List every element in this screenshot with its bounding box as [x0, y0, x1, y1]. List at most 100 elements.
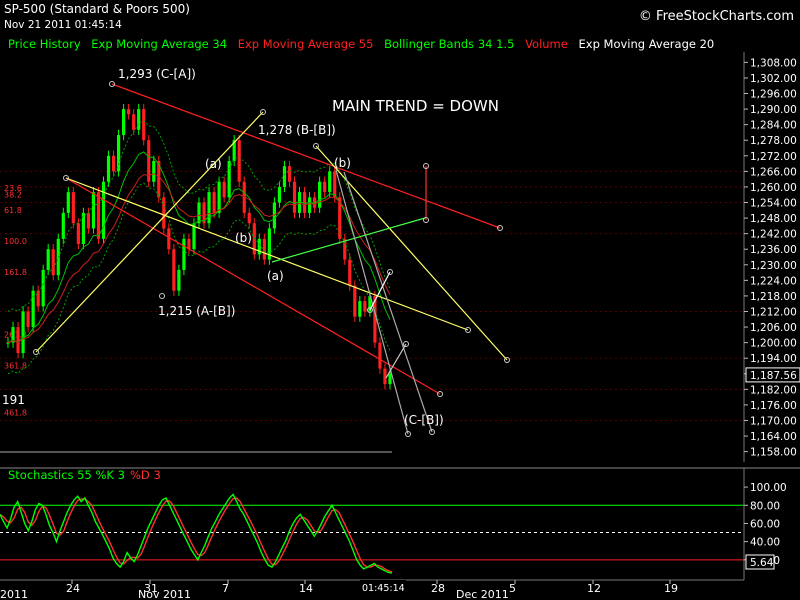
chart-window: 23.6 38.2 61.8 100.0 161.8 261.8 361.8 461.8 MAI… — [0, 0, 800, 600]
y-tick-label: 1,200.00 — [750, 338, 797, 350]
candle-body — [277, 186, 282, 203]
candle-body — [292, 181, 297, 213]
y-tick-label: 1,230.00 — [750, 260, 797, 272]
stoch-y-tick-label: 80.00 — [750, 500, 780, 512]
legend-item-ema34[interactable]: Exp Moving Average 34 — [91, 37, 227, 51]
wave-label: (a) — [267, 269, 284, 283]
candle-body — [363, 301, 367, 312]
stoch-k-line — [0, 493, 393, 574]
stoch-y-tick-label: 60.00 — [750, 518, 780, 530]
wave-label: 1,215 (A-[B]) — [158, 304, 235, 318]
y-tick-label: 1,158.00 — [750, 447, 797, 459]
candle-body — [132, 114, 136, 130]
x-month-label: 2011 — [0, 588, 28, 600]
fib-label: 361.8 — [4, 362, 27, 371]
candle-body — [106, 155, 111, 182]
x-tick-label: 28 — [431, 582, 445, 595]
candle-body — [182, 238, 186, 270]
candle-body — [91, 192, 96, 229]
candle-body — [21, 311, 25, 354]
y-tick-label: 1,266.00 — [750, 166, 797, 178]
brand-label: FreeStockCharts.com — [656, 9, 794, 24]
legend-item-ema55[interactable]: Exp Moving Average 55 — [238, 37, 374, 51]
candle-body — [328, 171, 332, 193]
candle-body — [177, 269, 181, 291]
stoch-y-tick-label: 40.00 — [750, 537, 780, 549]
wave-label: (C-[B]) — [404, 413, 444, 427]
wave-label: (b) — [334, 156, 351, 170]
candle-body — [358, 301, 362, 317]
candle-body — [247, 212, 251, 224]
y-tick-label: 1,284.00 — [750, 120, 797, 132]
candle-body — [41, 269, 45, 307]
y-tick-label: 1,164.00 — [750, 431, 797, 443]
x-month-label: Nov 2011 — [138, 588, 191, 600]
trend-line — [343, 171, 433, 433]
candle-body — [6, 342, 10, 344]
wave-label: 1,278 (B-[B]) — [258, 123, 336, 137]
candle-body — [51, 249, 55, 276]
brand[interactable]: © FreeStockCharts.com — [639, 9, 794, 24]
y-tick-label: 1,260.00 — [750, 182, 797, 194]
y-tick-label: 1,290.00 — [750, 104, 797, 116]
candle-body — [127, 109, 131, 115]
candle-body — [16, 327, 20, 354]
x-cursor-label: 01:45:14 — [362, 583, 405, 594]
candle-body — [101, 181, 106, 239]
y-tick-label: 1,206.00 — [750, 322, 797, 334]
candle-body — [71, 192, 75, 224]
legend-item-ema20[interactable]: Exp Moving Average 20 — [579, 37, 715, 51]
candle-body — [378, 342, 382, 369]
y-tick-label: 1,176.00 — [750, 400, 797, 412]
candle-body — [222, 181, 226, 198]
y-tick-label: 1,194.00 — [750, 353, 797, 365]
legend-item-price-history[interactable]: Price History — [8, 37, 81, 51]
legend-item-volume[interactable]: Volume — [525, 37, 568, 51]
y-tick-label: 1,236.00 — [750, 244, 797, 256]
y-tick-label: 1,254.00 — [750, 198, 797, 210]
candle-body — [137, 109, 141, 130]
y-tick-label: 1,218.00 — [750, 291, 797, 303]
trend-line — [65, 177, 441, 395]
legend-item-bollinger[interactable]: Bollinger Bands 34 1.5 — [384, 37, 514, 51]
wave-label: 191 — [2, 393, 25, 407]
x-tick-label: 19 — [664, 582, 678, 595]
candle-body — [61, 212, 65, 239]
candle-body — [36, 290, 40, 307]
chart-canvas: 23.638.261.8100.0161.8261.8361.8461.8MAI… — [0, 52, 800, 600]
y-tick-label: 1,296.00 — [750, 89, 797, 101]
candle-body — [162, 197, 166, 229]
candle-body — [282, 166, 287, 187]
candle-body — [227, 160, 231, 198]
wave-label: (b) — [235, 231, 252, 245]
candle-body — [348, 259, 352, 286]
candle-body — [142, 109, 146, 141]
candle-body — [187, 238, 191, 250]
fib-label: 161.8 — [4, 268, 27, 277]
y-tick-label: 1,212.00 — [750, 306, 797, 318]
candle-body — [318, 181, 322, 208]
indicator-legend: Price History Exp Moving Average 34 Exp … — [8, 37, 721, 51]
stoch-y-tick-label: 100.00 — [750, 482, 787, 494]
y-tick-label: 1,272.00 — [750, 151, 797, 163]
copyright-icon: © — [638, 9, 657, 24]
candle-body — [167, 228, 171, 250]
fib-label: 461.8 — [4, 408, 27, 417]
candle-body — [116, 135, 121, 172]
candle-body — [26, 311, 30, 328]
y-tick-label: 1,182.00 — [750, 384, 797, 396]
candle-body — [333, 171, 337, 198]
wave-label: 1,293 (C-[A]) — [118, 67, 196, 81]
chart-title: SP-500 (Standard & Poors 500) — [4, 2, 190, 16]
fib-label: 38.2 — [4, 190, 22, 199]
y-tick-label: 1,278.00 — [750, 135, 797, 147]
y-tick-label: 1,248.00 — [750, 213, 797, 225]
candle-body — [353, 285, 357, 317]
x-tick-label: 24 — [66, 582, 80, 595]
chart-timestamp: Nov 21 2011 01:45:14 — [4, 19, 122, 31]
y-tick-label: 1,302.00 — [750, 73, 797, 85]
x-tick-label: 12 — [587, 582, 601, 595]
candle-body — [388, 373, 392, 385]
y-tick-label: 1,242.00 — [750, 229, 797, 241]
stoch-k-legend: Stochastics 55 %K 3 — [8, 468, 125, 482]
